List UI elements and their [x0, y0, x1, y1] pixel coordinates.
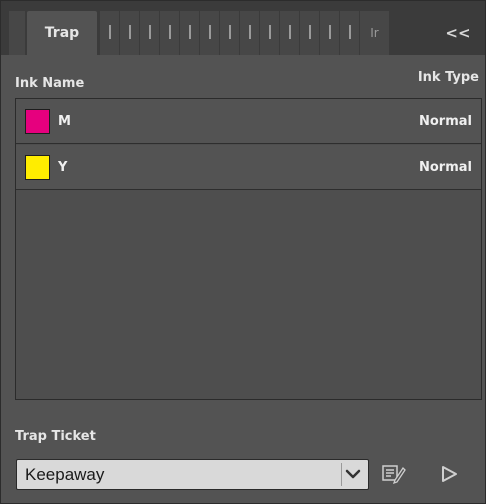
collapsed-tab[interactable] — [99, 11, 119, 55]
tab-glyph-icon — [228, 25, 231, 39]
tab-glyph-icon — [188, 25, 191, 39]
chevron-down-icon[interactable] — [341, 463, 365, 486]
ink-row-y[interactable]: Y Normal — [16, 145, 481, 190]
tab-glyph-icon — [268, 25, 271, 39]
play-icon[interactable] — [437, 462, 461, 486]
collapsed-tab-ir[interactable]: Ir — [359, 11, 389, 55]
collapse-panel-button[interactable]: << — [441, 11, 475, 55]
collapsed-tab-label: Ir — [370, 26, 379, 40]
collapsed-tab[interactable] — [239, 11, 259, 55]
collapsed-tab[interactable] — [139, 11, 159, 55]
tab-previous[interactable] — [9, 11, 25, 55]
collapsed-tab[interactable] — [199, 11, 219, 55]
collapsed-tab[interactable] — [179, 11, 199, 55]
trap-ticket-value: Keepaway — [25, 465, 105, 484]
collapsed-tab[interactable] — [219, 11, 239, 55]
tab-glyph-icon — [288, 25, 291, 39]
collapsed-tab[interactable] — [119, 11, 139, 55]
ink-row-m[interactable]: M Normal — [16, 99, 481, 144]
yellow-swatch-icon — [25, 155, 50, 180]
ink-name: Y — [58, 160, 68, 175]
collapsed-tab[interactable] — [159, 11, 179, 55]
tab-glyph-icon — [348, 25, 351, 39]
magenta-swatch-icon — [25, 109, 50, 134]
tab-glyph-icon — [248, 25, 251, 39]
ink-type: Normal — [419, 160, 472, 175]
ink-name-header: Ink Name — [15, 76, 85, 91]
collapsed-tab[interactable] — [259, 11, 279, 55]
tab-glyph-icon — [168, 25, 171, 39]
collapsed-tab[interactable] — [299, 11, 319, 55]
tab-trap[interactable]: Trap — [27, 11, 97, 57]
collapsed-tab[interactable] — [339, 11, 359, 55]
ink-type: Normal — [419, 114, 472, 129]
ink-name: M — [58, 114, 71, 129]
tab-glyph-icon — [108, 25, 111, 39]
tab-glyph-icon — [208, 25, 211, 39]
tab-glyph-icon — [148, 25, 151, 39]
trap-ticket-label: Trap Ticket — [15, 429, 96, 444]
ink-list[interactable]: M Normal Y Normal — [15, 98, 482, 400]
ink-type-header: Ink Type — [417, 70, 479, 85]
tab-glyph-icon — [128, 25, 131, 39]
tab-bar: Trap Ir << — [1, 1, 485, 57]
collapsed-tab[interactable] — [319, 11, 339, 55]
trap-ticket-dropdown[interactable]: Keepaway — [16, 459, 369, 490]
trap-panel: Trap Ir << Ink Name Ink Type M Normal Y … — [0, 0, 486, 504]
tab-glyph-icon — [308, 25, 311, 39]
collapsed-tabs: Ir — [99, 11, 389, 55]
edit-ticket-icon[interactable] — [381, 462, 407, 486]
collapsed-tab[interactable] — [279, 11, 299, 55]
tab-glyph-icon — [328, 25, 331, 39]
